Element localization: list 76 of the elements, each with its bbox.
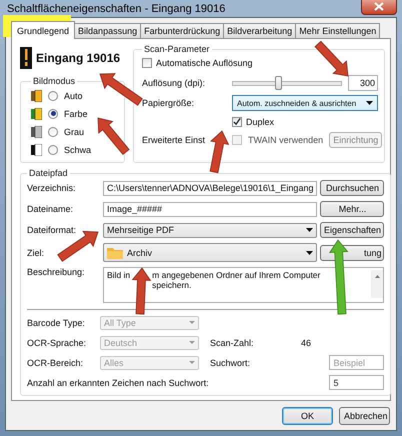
page-icon (31, 108, 42, 120)
arrow (314, 40, 348, 76)
close-button[interactable] (361, 0, 397, 14)
field-label: Erweiterte Einst (142, 135, 206, 145)
field-label: Dateiformat: (27, 225, 78, 235)
field-label: OCR-Sprache: (27, 338, 88, 348)
field-label: Suchwort: (210, 358, 252, 368)
scan-count: 46 (301, 338, 312, 348)
text-field[interactable]: C:\Users\tenner\ADNOVA\Belege\19016\1_Eingang (103, 180, 318, 196)
resolution-field[interactable]: 300 (348, 75, 378, 91)
caret-icon (366, 101, 373, 105)
tab[interactable]: Grundlegend (11, 21, 76, 39)
field-label: Papiergröße: (142, 98, 196, 108)
dialog-button[interactable]: OK (282, 406, 333, 424)
radio-label: Auto (64, 90, 83, 100)
tab[interactable]: Bildanpassung (74, 23, 142, 38)
field-label: Scan-Zahl: (210, 338, 255, 348)
destination-dropdown[interactable]: Archiv (103, 243, 318, 262)
field-label: Ziel: (27, 248, 46, 258)
close-icon (374, 2, 384, 11)
field-label: Verzeichnis: (27, 183, 77, 193)
page-icon (31, 90, 42, 102)
checkbox-label: Duplex (246, 116, 274, 126)
checkbox-label: Automatische Auflösung (156, 58, 253, 68)
arrow (99, 73, 143, 106)
group-title: Bildmodus (32, 76, 76, 86)
tab[interactable]: Mehr Einstellungen (295, 23, 380, 38)
action-button[interactable]: Mehr... (320, 201, 384, 217)
caret-icon (306, 228, 314, 232)
caret-icon (189, 341, 195, 344)
radio-label: Grau (64, 126, 84, 136)
field-label: Beschreibung: (27, 267, 86, 277)
radio-button[interactable] (48, 144, 58, 154)
folder-icon (107, 246, 123, 258)
arrow (132, 267, 152, 315)
radio-button[interactable] (48, 90, 58, 100)
field-label: Auflösung (dpi): (142, 78, 206, 88)
radio-label: Schwa (64, 144, 92, 154)
caret-icon (189, 321, 195, 324)
check-icon (233, 117, 241, 126)
radio-button[interactable] (48, 108, 58, 118)
field-label: Anzahl an erkannten Zeichen nach Suchwort: (27, 378, 210, 388)
caret-icon (306, 250, 314, 254)
action-button[interactable]: Eigenschaften (320, 222, 384, 238)
page-icon (31, 144, 42, 156)
tab[interactable]: Bildverarbeitung (223, 23, 296, 38)
count-field[interactable]: 5 (329, 375, 384, 390)
checkbox[interactable] (232, 116, 242, 126)
caret-icon (189, 361, 195, 364)
checkbox[interactable] (142, 58, 152, 68)
radio-button[interactable] (48, 126, 58, 136)
paper-size-dropdown[interactable]: Autom. zuschneiden & ausrichten (232, 95, 378, 111)
description-text: m angegebenen Ordner auf Ihrem Computer speichern. (152, 270, 322, 290)
scrollbar[interactable] (371, 270, 384, 298)
format-dropdown[interactable]: Mehrseitige PDF (103, 222, 318, 238)
arrow (98, 117, 130, 156)
window-title: Schaltflächeneigenschaften - Eingang 19016 (6, 2, 226, 14)
field-label: Barcode Type: (27, 318, 86, 328)
tab[interactable]: Farbunterdrückung (140, 23, 224, 38)
description-text: Bild in (107, 270, 130, 280)
field-label: Dateiname: (27, 204, 74, 214)
scroll-up-icon (374, 275, 380, 278)
group-title: Dateipfad (28, 168, 69, 178)
radio-label: Farbe (64, 108, 88, 118)
page-icon (31, 126, 42, 138)
slider-thumb[interactable] (275, 76, 282, 90)
text-field[interactable]: Image_##### (103, 202, 318, 216)
group-title: Scan-Parameter (143, 44, 211, 54)
checkbox-label: TWAIN verwenden (248, 135, 324, 145)
description-box[interactable]: Bild in m angegebenen Ordner auf Ihrem Computer speichern. (103, 267, 384, 303)
dialog-button[interactable]: Abbrechen (339, 406, 390, 424)
arrow (210, 130, 230, 174)
scanner-icon (20, 47, 32, 69)
profile-name: Eingang 19016 (36, 51, 120, 65)
action-button[interactable]: Durchsuchen (320, 180, 384, 196)
field-label: OCR-Bereich: (27, 358, 84, 368)
